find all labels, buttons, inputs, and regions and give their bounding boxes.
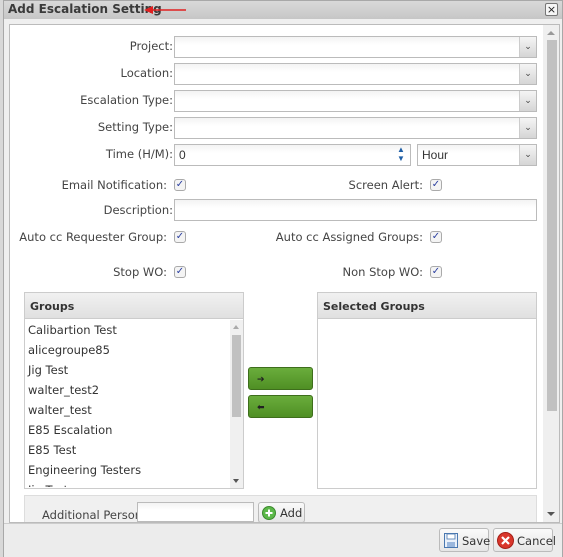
save-button[interactable]: Save (439, 528, 490, 552)
selected-groups-panel: Selected Groups (317, 292, 537, 489)
dialog-title: Add Escalation Setting (8, 2, 162, 16)
spin-up-icon[interactable]: ▲ (392, 145, 410, 154)
project-label: Project: (129, 39, 173, 53)
chevron-down-icon[interactable]: ⌄ (519, 91, 536, 111)
email-notification-checkbox[interactable]: ✓ (174, 179, 186, 191)
cancel-icon (497, 532, 514, 549)
time-label: Time (H/M): (105, 147, 173, 161)
list-item[interactable]: Calibartion Test (25, 320, 230, 340)
time-spinner[interactable]: ▲ ▼ (392, 145, 410, 165)
description-label: Description: (103, 203, 173, 217)
arrow-left-icon: ⬅ (257, 403, 265, 413)
list-item[interactable]: E85 Escalation (25, 420, 230, 440)
non-stop-wo-label: Non Stop WO: (342, 265, 423, 279)
scroll-thumb[interactable] (232, 335, 241, 417)
stop-wo-label: Stop WO: (113, 265, 167, 279)
chevron-down-icon[interactable]: ⌄ (519, 118, 536, 138)
cancel-button[interactable]: Cancel (493, 528, 556, 552)
list-item[interactable]: walter_test2 (25, 380, 230, 400)
chevron-down-icon[interactable]: ⌄ (519, 37, 536, 57)
location-select[interactable]: ⌄ (174, 63, 537, 85)
annotation-arrow-icon (144, 6, 186, 14)
groups-scrollbar[interactable] (230, 320, 243, 488)
selected-groups-header: Selected Groups (318, 293, 536, 319)
selected-groups-list[interactable] (318, 319, 536, 487)
email-notification-label: Email Notification: (61, 178, 167, 192)
auto-cc-requester-label: Auto cc Requester Group: (19, 230, 167, 244)
groups-list[interactable]: Calibartion Test alicegroupe85 Jig Test … (25, 319, 230, 487)
save-icon (444, 533, 458, 548)
scroll-thumb[interactable] (547, 40, 557, 411)
arrow-right-icon: ➔ (257, 375, 265, 385)
auto-cc-assigned-label: Auto cc Assigned Groups: (275, 230, 423, 244)
additional-person-label: Additional Person: (42, 508, 146, 522)
dialog-footer: Save Cancel (4, 523, 562, 557)
time-unit-select[interactable]: Hour ⌄ (417, 144, 537, 166)
scroll-down-icon[interactable] (547, 512, 555, 516)
chevron-down-icon[interactable]: ⌄ (519, 145, 536, 165)
plus-circle-icon (262, 506, 276, 520)
close-button[interactable]: × (545, 3, 558, 16)
setting-type-select[interactable]: ⌄ (174, 117, 537, 139)
project-select[interactable]: ⌄ (174, 36, 537, 58)
spin-down-icon[interactable]: ▼ (392, 154, 410, 163)
list-item[interactable]: Jig Test (25, 480, 230, 487)
list-item[interactable]: E85 Test (25, 440, 230, 460)
list-item[interactable]: alicegroupe85 (25, 340, 230, 360)
location-label: Location: (120, 66, 173, 80)
escalation-type-select[interactable]: ⌄ (174, 90, 537, 112)
escalation-type-label: Escalation Type: (80, 93, 173, 107)
scroll-up-icon[interactable] (547, 31, 555, 35)
scroll-up-icon[interactable] (233, 325, 239, 329)
list-item[interactable]: Jig Test (25, 360, 230, 380)
groups-panel: Groups Calibartion Test alicegroupe85 Ji… (24, 292, 244, 489)
additional-person-row: Additional Person: Add (24, 495, 537, 522)
description-input[interactable] (174, 199, 537, 221)
add-escalation-dialog: Add Escalation Setting × Project: ⌄ Loca… (3, 0, 563, 557)
auto-cc-assigned-checkbox[interactable]: ✓ (430, 231, 442, 243)
add-person-button[interactable]: Add (258, 502, 305, 522)
dialog-titlebar[interactable]: Add Escalation Setting × (4, 1, 562, 19)
chevron-down-icon[interactable]: ⌄ (519, 64, 536, 84)
scroll-down-icon[interactable] (233, 479, 239, 483)
dialog-content: Project: ⌄ Location: ⌄ Escalation Type: … (9, 24, 560, 523)
groups-header: Groups (25, 293, 243, 319)
auto-cc-requester-checkbox[interactable]: ✓ (174, 231, 186, 243)
additional-person-input[interactable] (137, 502, 254, 522)
content-scrollbar[interactable] (543, 25, 559, 522)
remove-group-button[interactable]: ⬅ (248, 395, 313, 418)
stop-wo-checkbox[interactable]: ✓ (174, 266, 186, 278)
screen-alert-checkbox[interactable]: ✓ (430, 179, 442, 191)
time-input[interactable]: 0 ▲ ▼ (174, 144, 411, 166)
close-icon: × (546, 3, 557, 16)
setting-type-label: Setting Type: (97, 120, 173, 134)
add-group-button[interactable]: ➔ (248, 367, 313, 390)
list-item[interactable]: walter_test (25, 400, 230, 420)
non-stop-wo-checkbox[interactable]: ✓ (430, 266, 442, 278)
list-item[interactable]: Engineering Testers (25, 460, 230, 480)
screen-alert-label: Screen Alert: (348, 178, 423, 192)
